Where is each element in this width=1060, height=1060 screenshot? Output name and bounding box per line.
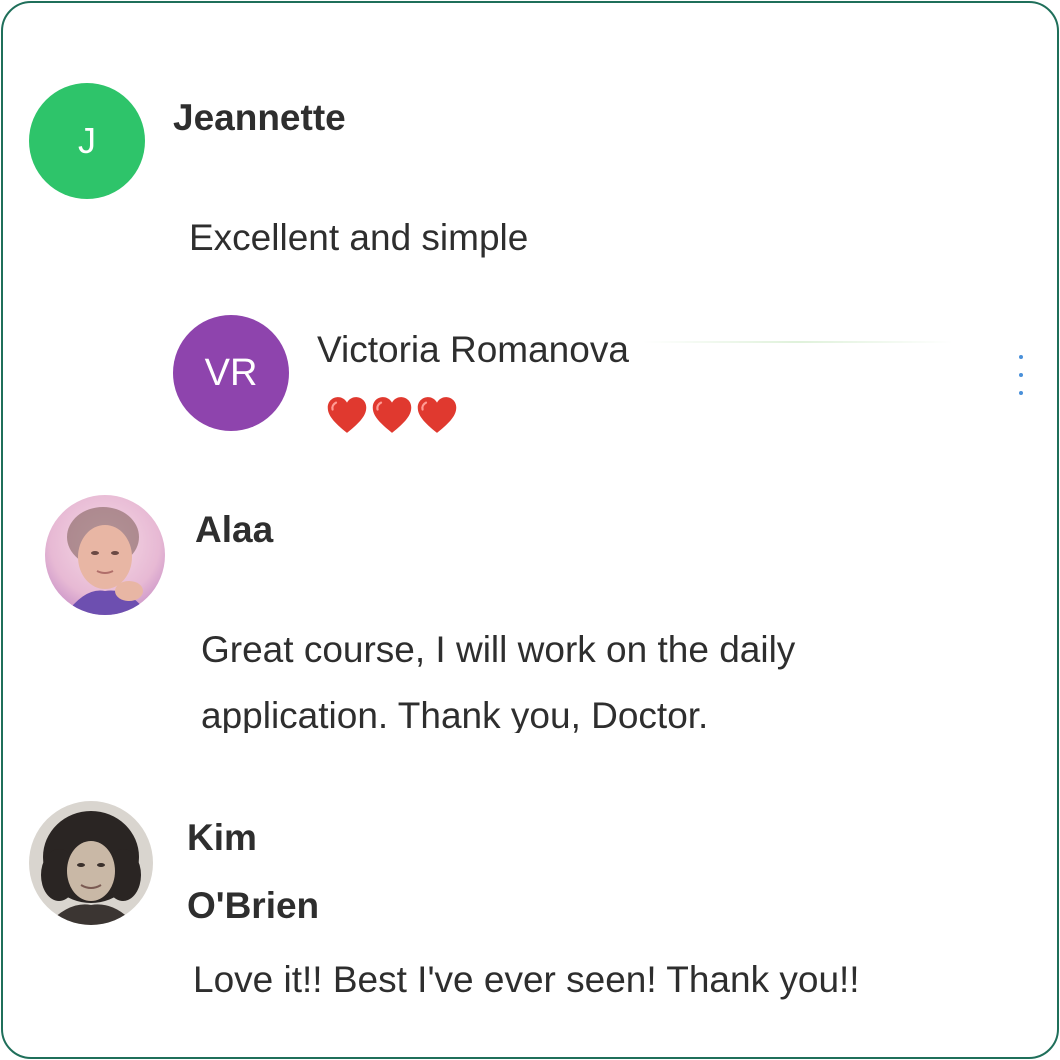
heart-icon [417, 397, 457, 433]
comments-card: J Jeannette Excellent and simple VR Vict… [1, 1, 1059, 1059]
comment-text: Excellent and simple [189, 217, 529, 258]
comment-text: Love it!! Best I've ever seen! Thank you… [193, 959, 860, 1000]
comment-text-line-2: application. Thank you, Doctor. [201, 695, 709, 733]
divider [643, 341, 953, 343]
comment-author-first[interactable]: Kim [187, 817, 257, 859]
heart-icon [327, 397, 367, 433]
avatar-initials: VR [204, 351, 258, 394]
heart-icon [372, 397, 412, 433]
reply-author[interactable]: Victoria Romanova [317, 329, 629, 371]
comment-text-line-1: Great course, I will work on the daily [201, 629, 796, 670]
user-photo-icon [45, 495, 165, 615]
avatar[interactable] [45, 495, 165, 615]
avatar-initials: J [78, 120, 96, 161]
avatar[interactable]: VR [173, 315, 289, 431]
kebab-menu-icon[interactable] [1013, 355, 1029, 395]
avatar[interactable]: J [29, 83, 145, 199]
user-photo-icon [29, 801, 153, 925]
comment-author[interactable]: Alaa [195, 509, 273, 551]
comment-author-last[interactable]: O'Brien [187, 885, 319, 927]
reaction-hearts [325, 393, 459, 437]
comment-author[interactable]: Jeannette [173, 97, 346, 139]
avatar[interactable] [29, 801, 153, 925]
